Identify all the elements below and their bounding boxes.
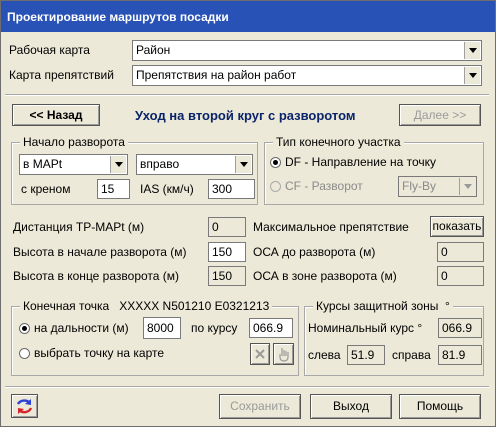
- height-end-label: Высота в конце разворота (м): [13, 269, 180, 283]
- chevron-down-icon[interactable]: [110, 156, 126, 173]
- end-point-coords: XXXXX N501210 E0321213: [119, 299, 270, 313]
- pick-on-map-button[interactable]: [273, 343, 294, 365]
- ias-label: IAS (км/ч): [140, 182, 194, 196]
- turn-direction-select[interactable]: вправо: [136, 154, 253, 175]
- right-course-value: 81.9: [438, 345, 482, 365]
- flyby-select[interactable]: Fly-By: [398, 176, 477, 197]
- turn-start-point-select[interactable]: в МАРt: [19, 154, 128, 175]
- bank-input[interactable]: 15: [97, 179, 130, 199]
- height-end-value: 150: [208, 266, 246, 286]
- exit-button[interactable]: Выход: [310, 394, 392, 419]
- clear-point-button[interactable]: [250, 343, 270, 365]
- hand-pointer-icon: [279, 348, 289, 362]
- protection-zone-group: Курсы защитной зоны °: [304, 299, 484, 376]
- end-point-title-wrap: Конечная точка XXXXX N501210 E0321213: [20, 299, 273, 313]
- left-course-value: 51.9: [347, 345, 385, 365]
- refresh-icon: [16, 399, 33, 414]
- oca-zone-value: 0: [437, 266, 484, 286]
- work-map-value: Район: [136, 43, 171, 57]
- chevron-down-icon[interactable]: [464, 42, 480, 59]
- height-start-input[interactable]: 150: [208, 242, 246, 262]
- obstacle-map-label: Карта препятствий: [9, 68, 114, 82]
- final-segment-title: Тип конечного участка: [273, 135, 404, 149]
- degree-symbol: °: [445, 299, 450, 313]
- end-point-title: Конечная точка: [23, 299, 110, 313]
- obstacle-map-select[interactable]: Препятствия на район работ: [132, 65, 482, 86]
- help-button[interactable]: Помощь: [399, 394, 481, 419]
- turn-start-point-value: в МАРt: [23, 157, 63, 171]
- right-course-label: справа: [392, 348, 431, 362]
- cf-label[interactable]: CF - Разворот: [285, 179, 363, 193]
- oca-before-value: 0: [437, 242, 484, 262]
- tp-mapt-value: 0: [208, 217, 246, 237]
- cf-radio[interactable]: [270, 181, 281, 192]
- distance-input[interactable]: 8000: [143, 317, 181, 339]
- route-design-dialog: Проектирование маршрутов посадки Рабочая…: [0, 0, 496, 427]
- height-start-label: Высота в начале разворота (м): [13, 245, 187, 259]
- window-title: Проектирование маршрутов посадки: [7, 10, 229, 24]
- flyby-value: Fly-By: [402, 179, 436, 193]
- protection-title-wrap: Курсы защитной зоны °: [313, 299, 453, 313]
- title-bar: Проектирование маршрутов посадки: [1, 1, 495, 32]
- nominal-course-text: Номинальный курс: [308, 321, 415, 335]
- oca-before-label: ОСА до разворота (м): [253, 245, 376, 259]
- max-obstacle-label: Максимальное препятствие: [253, 220, 409, 234]
- df-label[interactable]: DF - Направление на точку: [285, 155, 436, 169]
- next-button[interactable]: Далее >>: [399, 104, 481, 126]
- work-map-label: Рабочая карта: [9, 43, 90, 57]
- left-course-label: слева: [308, 348, 341, 362]
- refresh-button[interactable]: [11, 394, 38, 418]
- degree-symbol: °: [417, 321, 423, 335]
- pick-point-label[interactable]: выбрать точку на карте: [34, 346, 164, 360]
- nominal-course-value: 066.9: [438, 318, 482, 338]
- back-button[interactable]: << Назад: [12, 104, 100, 126]
- tp-mapt-label: Дистанция ТР-МАРt (м): [13, 220, 145, 234]
- show-obstacle-button[interactable]: показать: [430, 216, 484, 237]
- turn-start-title: Начало разворота: [20, 135, 128, 149]
- chevron-down-icon[interactable]: [459, 178, 475, 195]
- chevron-down-icon[interactable]: [235, 156, 251, 173]
- step-title: Уход на второй круг с разворотом: [135, 108, 356, 123]
- obstacle-map-value: Препятствия на район работ: [136, 68, 297, 82]
- save-button[interactable]: Сохранить: [219, 394, 301, 419]
- pick-point-radio[interactable]: [19, 348, 30, 359]
- turn-direction-value: вправо: [140, 157, 180, 171]
- oca-zone-label: ОСА в зоне разворота (м): [253, 269, 397, 283]
- distance-label[interactable]: на дальности (м): [34, 321, 129, 335]
- divider: [5, 94, 489, 96]
- ias-input[interactable]: 300: [208, 179, 255, 199]
- bank-label: с креном: [21, 182, 71, 196]
- distance-radio[interactable]: [19, 323, 30, 334]
- protection-title: Курсы защитной зоны: [316, 299, 439, 313]
- df-radio[interactable]: [270, 157, 281, 168]
- clear-icon: [255, 349, 265, 359]
- work-map-select[interactable]: Район: [132, 40, 482, 61]
- course-input[interactable]: 066.9: [249, 318, 293, 338]
- nominal-course-label: Номинальный курс °: [308, 321, 422, 335]
- divider: [5, 386, 489, 388]
- course-label: по курсу: [191, 321, 238, 335]
- chevron-down-icon[interactable]: [464, 67, 480, 84]
